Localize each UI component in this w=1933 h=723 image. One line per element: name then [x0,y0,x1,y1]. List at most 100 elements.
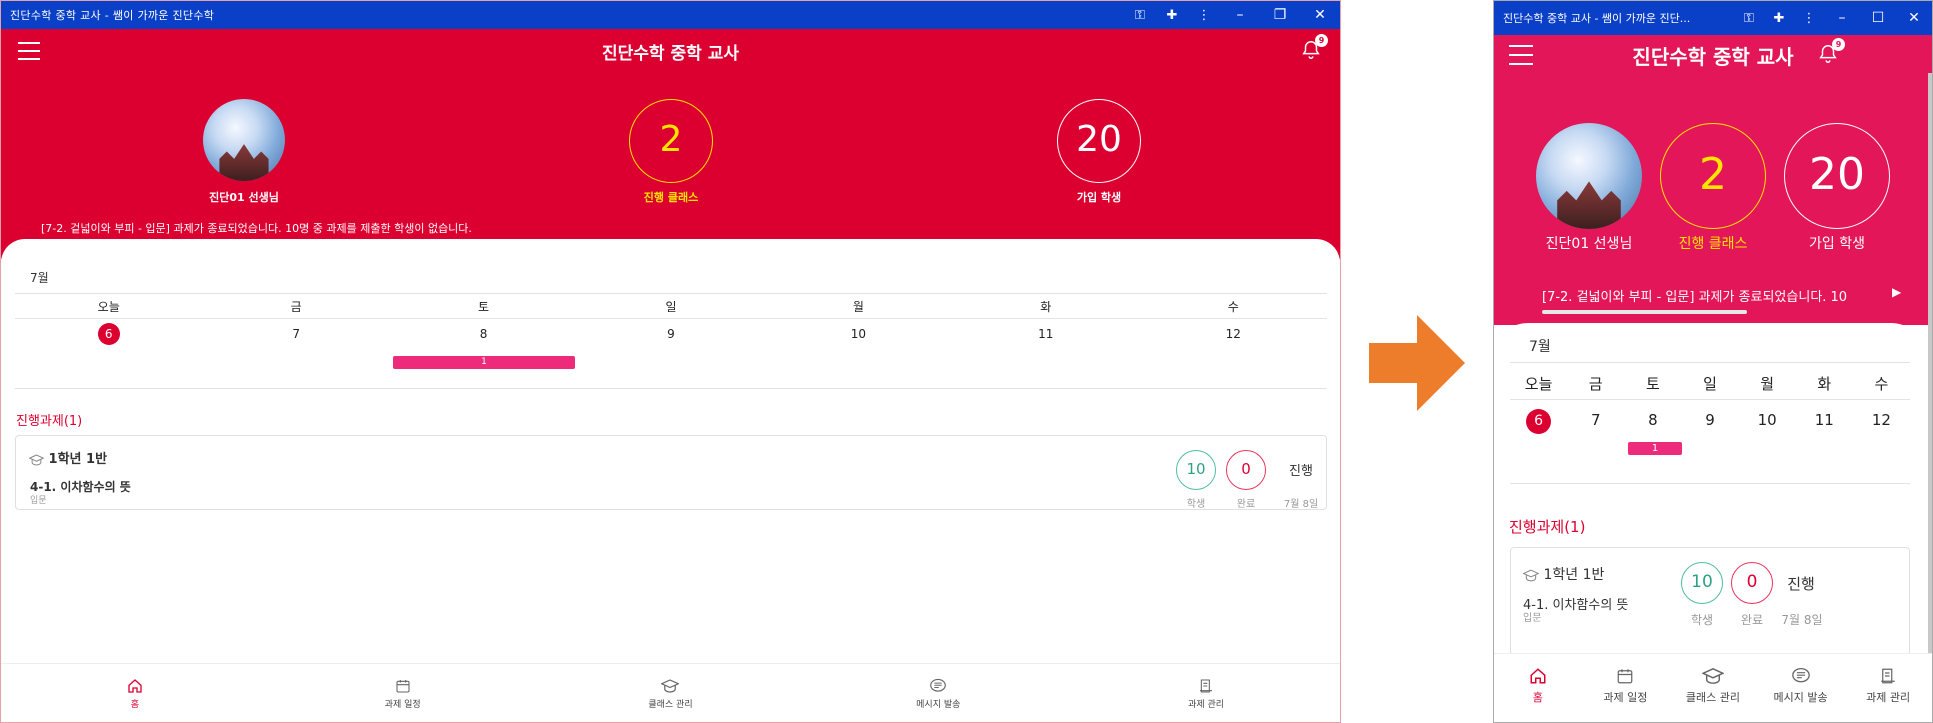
nav-message-label: 메시지 발송 [1773,691,1828,704]
students-label: 가입 학생 [1809,236,1865,252]
date-cell[interactable]: 7 [1567,407,1624,434]
notice-text[interactable]: [7-2. 겉넓이와 부피 - 입문] 과제가 종료되었습니다. 10명 중 과… [41,220,472,236]
date-cell[interactable]: 10 [1739,407,1796,434]
bell-icon[interactable]: 9 [1300,34,1328,61]
calendar-icon [396,680,410,693]
play-arrow-icon[interactable]: ▶ [1892,285,1901,299]
bottom-navigation: 홈 과제 일정 클래스 관리 메시지 발송 과제 관리 [1,663,1340,722]
weekday-label: 오늘 [97,300,120,314]
vertical-scrollbar[interactable] [1928,73,1932,653]
key-icon[interactable]: ⚿ [1734,11,1764,26]
completed-ring: 0 [1226,450,1266,490]
profile-header: 진단수학 중학 교사 9 진단01 선생님 2 진행 클래스 20 가입 학생 … [1,29,1340,259]
completed-ring: 0 [1731,562,1773,604]
more-vert-icon[interactable]: ⋮ [1794,11,1824,26]
nav-message[interactable]: 메시지 발송 [1757,667,1845,722]
nav-assignment[interactable]: 과제 관리 [1072,678,1340,722]
nav-schedule-label: 과제 일정 [1603,691,1648,704]
date-cell[interactable]: 11 [952,323,1139,345]
nav-home[interactable]: 홈 [1494,667,1582,722]
date-cell[interactable]: 11 [1796,407,1853,434]
window-title: 진단수학 중학 교사 - 쌤이 가까운 진단... [1503,12,1691,25]
divider [15,318,1327,319]
notice-text[interactable]: [7-2. 겉넓이와 부피 - 입문] 과제가 종료되었습니다. 10 [1542,286,1892,305]
calendar-icon [1618,669,1633,684]
task-card[interactable]: 1학년 1반 4-1. 이차함수의 뜻 입문 10 학생 0 완료 진행 7월 … [1510,547,1910,657]
nav-home-label: 홈 [130,700,140,710]
wide-window: 진단수학 중학 교사 - 쌤이 가까운 진단수학 ⚿ ✚ ⋮ – ❐ ✕ 진단수… [0,0,1341,723]
students-ring-label: 학생 [1690,613,1714,627]
today-date: 6 [1526,409,1552,434]
weekday-row: 오늘 금 토 일 월 화 수 [15,298,1327,315]
restore-button[interactable]: ❐ [1260,7,1300,23]
graduation-cap-icon [1701,668,1724,684]
minimize-button[interactable]: – [1824,10,1860,26]
task-class: 1학년 1반 [1523,564,1604,584]
nav-class[interactable]: 클래스 관리 [1669,667,1757,722]
nav-class-label: 클래스 관리 [1685,691,1741,704]
nav-home-label: 홈 [1532,691,1543,704]
nav-message-label: 메시지 발송 [916,700,961,710]
divider [1510,483,1910,484]
date-cell[interactable]: 8 [1624,407,1681,434]
task-class-name: 1학년 1반 [48,452,108,467]
task-due-date: 7월 8일 [1781,613,1823,627]
title-bar-controls: ⚿ ✚ ⋮ – ❐ ✕ [1124,1,1340,29]
window-title: 진단수학 중학 교사 - 쌤이 가까운 진단수학 [10,9,215,22]
avatar[interactable] [1536,123,1642,229]
students-count[interactable]: 20 [1784,123,1890,229]
weekday-label: 화 [1817,375,1832,393]
key-icon[interactable]: ⚿ [1124,8,1156,23]
avatar[interactable] [203,99,285,181]
date-cell-today[interactable]: 6 [1510,407,1567,434]
bell-icon[interactable]: 9 [1817,38,1845,65]
date-cell[interactable]: 9 [577,323,764,345]
home-icon [128,679,142,693]
weekday-label: 금 [1588,375,1603,393]
title-bar: 진단수학 중학 교사 - 쌤이 가까운 진단수학 ⚿ ✚ ⋮ – ❐ ✕ [1,1,1340,29]
date-cell-today[interactable]: 6 [15,323,202,345]
students-count[interactable]: 20 [1057,99,1141,183]
chat-icon [1791,667,1810,683]
event-bar[interactable]: 1 [393,356,575,369]
close-button[interactable]: ✕ [1300,7,1340,23]
extension-icon[interactable]: ✚ [1156,8,1188,23]
task-status: 진행 [1289,464,1313,479]
active-classes-count[interactable]: 2 [1660,123,1766,229]
narrow-window: 진단수학 중학 교사 - 쌤이 가까운 진단... ⚿ ✚ ⋮ – ☐ ✕ 진단… [1493,0,1933,723]
date-cell[interactable]: 9 [1681,407,1738,434]
close-button[interactable]: ✕ [1896,10,1932,26]
title-bar-controls: ⚿ ✚ ⋮ – ☐ ✕ [1734,1,1932,35]
nav-class[interactable]: 클래스 관리 [537,678,805,722]
date-cell[interactable]: 10 [765,323,952,345]
nav-class-label: 클래스 관리 [648,700,693,710]
tasks-section-title: 진행과제(1) [16,414,83,429]
app-title: 진단수학 중학 교사 [1632,45,1794,69]
event-bar[interactable]: 1 [1628,442,1682,455]
date-cell[interactable]: 12 [1853,407,1910,434]
extension-icon[interactable]: ✚ [1764,11,1794,26]
students-ring: 10 [1681,562,1723,604]
nav-schedule[interactable]: 과제 일정 [1582,667,1670,722]
task-class: 1학년 1반 [29,448,107,467]
nav-message[interactable]: 메시지 발송 [804,678,1072,722]
divider [1510,362,1910,363]
more-vert-icon[interactable]: ⋮ [1188,8,1220,23]
graduation-cap-icon [1523,569,1539,581]
bottom-navigation: 홈 과제 일정 클래스 관리 메시지 발송 과제 관리 [1494,653,1932,722]
divider [1510,399,1910,400]
nav-assignment[interactable]: 과제 관리 [1844,667,1932,722]
task-status: 진행 [1787,575,1815,593]
active-classes-count[interactable]: 2 [629,99,713,183]
calendar-card: 7월 오늘 금 토 일 월 화 수 6 7 8 9 10 11 12 1 진행과… [1,239,1340,659]
date-cell[interactable]: 7 [202,323,389,345]
calendar-month: 7월 [1529,339,1551,355]
maximize-button[interactable]: ☐ [1860,10,1896,26]
task-card[interactable]: 1학년 1반 4-1. 이차함수의 뜻 입문 10 학생 0 완료 진행 7월 … [15,435,1327,510]
nav-schedule[interactable]: 과제 일정 [269,678,537,722]
minimize-button[interactable]: – [1220,7,1260,23]
date-cell[interactable]: 8 [390,323,577,345]
date-cell[interactable]: 12 [1140,323,1327,345]
nav-home[interactable]: 홈 [1,678,269,722]
students-ring: 10 [1176,450,1216,490]
